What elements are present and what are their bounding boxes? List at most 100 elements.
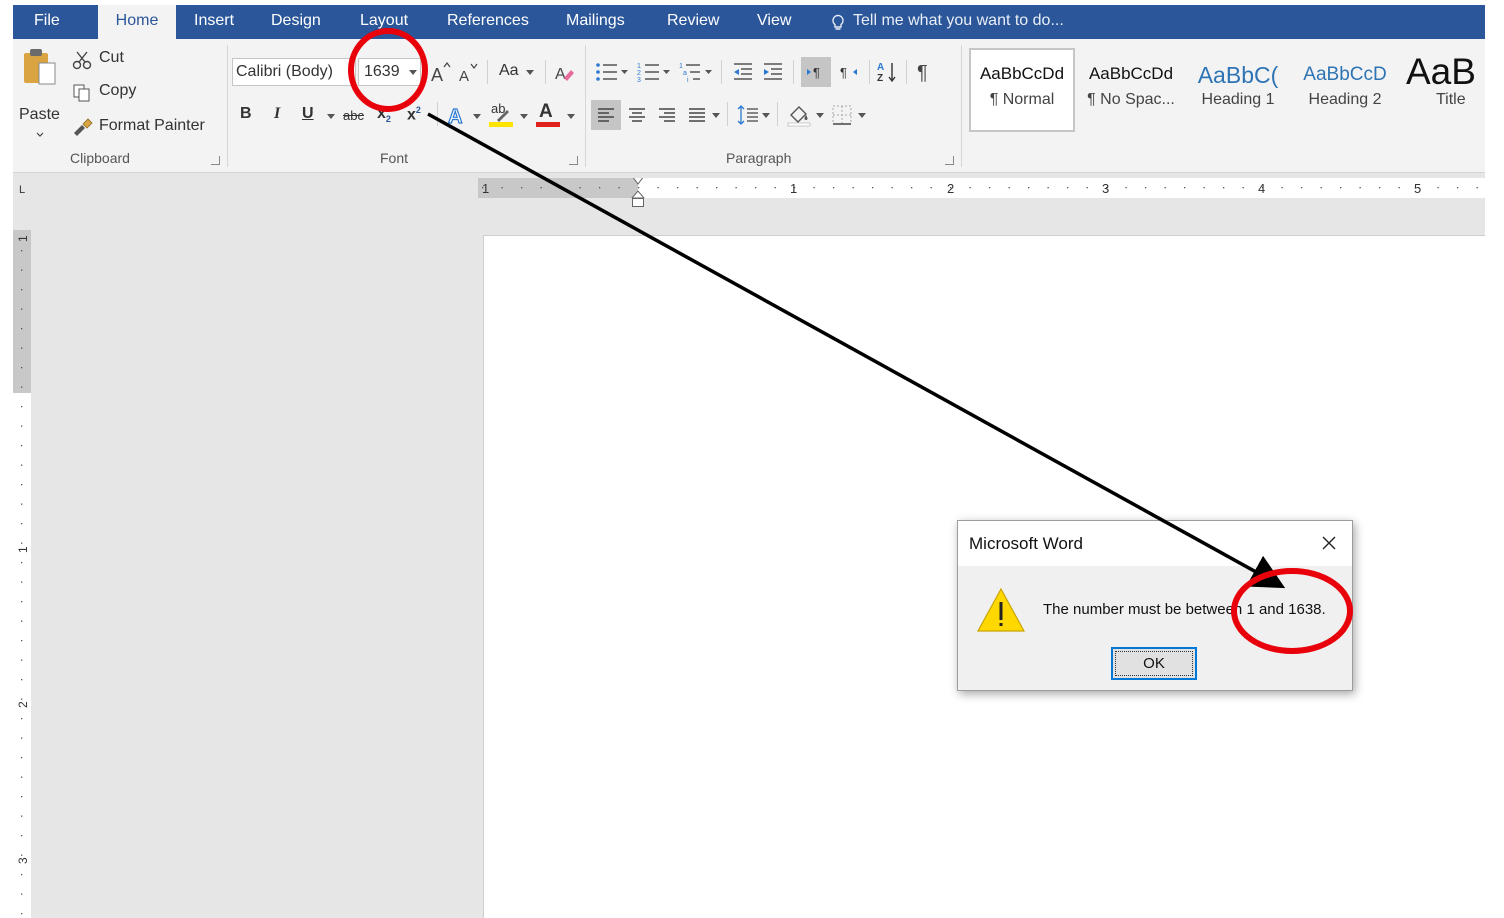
svg-text:1: 1 [679, 63, 683, 70]
shrink-font-icon[interactable]: A [459, 61, 479, 85]
style-title[interactable]: AaB Title [1401, 53, 1485, 127]
underline-button[interactable]: U [302, 105, 314, 123]
style-heading-2-label: Heading 2 [1308, 91, 1382, 108]
format-painter-button[interactable]: Format Painter [72, 115, 222, 139]
chevron-down-icon[interactable] [712, 113, 720, 119]
tell-me-placeholder: Tell me what you want to do... [853, 12, 1064, 29]
tab-insert[interactable]: Insert [194, 5, 234, 39]
cut-button[interactable]: Cut [72, 48, 162, 72]
style-normal[interactable]: AaBbCcDd ¶ Normal [973, 53, 1071, 127]
dialog-title-bar: Microsoft Word [958, 521, 1352, 566]
style-title-preview: AaB [1406, 53, 1476, 92]
tab-view[interactable]: View [757, 5, 791, 39]
copy-button[interactable]: Copy [72, 81, 162, 105]
ok-button[interactable]: OK [1111, 647, 1197, 680]
ruler-tick [930, 187, 932, 189]
sort-icon[interactable]: AZ [877, 60, 897, 84]
ruler-number: 3 [16, 857, 30, 864]
ruler-tick [1281, 187, 1283, 189]
chevron-down-icon[interactable] [567, 114, 575, 120]
font-size-box[interactable]: 1639 [358, 58, 421, 86]
ltr-button[interactable]: ¶ [801, 57, 831, 87]
strikethrough-button[interactable]: abc [343, 108, 364, 123]
ruler-number: 4 [1258, 181, 1265, 196]
group-divider [227, 45, 228, 167]
decrease-indent-icon[interactable] [732, 61, 754, 83]
chevron-down-icon[interactable] [520, 114, 528, 120]
tab-home[interactable]: Home [98, 5, 176, 39]
chevron-down-icon[interactable] [327, 114, 335, 120]
ruler-tick [852, 187, 854, 189]
clipboard-dialog-launcher[interactable] [211, 156, 220, 165]
chevron-down-icon[interactable] [816, 113, 824, 119]
dialog-close-button[interactable] [1313, 528, 1345, 558]
increase-indent-icon[interactable] [762, 61, 784, 83]
divider [906, 60, 907, 84]
change-case-button[interactable]: Aa [497, 59, 537, 85]
shading-icon[interactable] [787, 103, 811, 127]
bullets-icon[interactable] [595, 61, 629, 83]
multilevel-list-icon[interactable]: 1ai [679, 61, 713, 84]
subscript-button[interactable]: x2 [377, 105, 391, 124]
tab-review[interactable]: Review [667, 5, 719, 39]
font-name-box[interactable]: Calibri (Body) [232, 58, 356, 86]
tab-selector[interactable]: L [15, 183, 29, 197]
highlight-swatch [489, 122, 513, 127]
text-effects-icon[interactable]: A [447, 103, 469, 128]
justify-icon[interactable] [688, 107, 706, 123]
line-spacing-icon[interactable] [737, 105, 759, 125]
numbering-icon[interactable]: 123 [637, 61, 671, 84]
ruler-tick [21, 464, 23, 466]
show-hide-formatting-icon[interactable]: ¶ [916, 60, 934, 84]
ruler-tick [21, 308, 23, 310]
right-to-left-icon[interactable]: ¶ [839, 64, 861, 80]
paste-button[interactable]: Paste [17, 45, 61, 145]
dialog-message: The number must be between 1 and 1638. [1043, 601, 1326, 618]
tab-mailings[interactable]: Mailings [566, 5, 625, 39]
font-color-button[interactable]: A [536, 101, 562, 129]
align-center-icon[interactable] [628, 107, 646, 123]
group-divider [961, 45, 962, 167]
tell-me-search[interactable]: Tell me what you want to do... [831, 5, 1064, 39]
font-dialog-launcher[interactable] [569, 156, 578, 165]
style-no-spacing-preview: AaBbCcDd [1088, 64, 1174, 83]
align-right-icon[interactable] [658, 107, 676, 123]
style-no-spacing[interactable]: AaBbCcDd ¶ No Spac... [1079, 53, 1183, 127]
tab-references[interactable]: References [447, 5, 529, 39]
ruler-tick [21, 406, 23, 408]
ruler-tick [21, 893, 23, 895]
ruler-tick [540, 187, 542, 189]
left-indent-marker[interactable] [632, 198, 644, 207]
grow-font-icon[interactable]: A [431, 61, 451, 85]
style-heading-1[interactable]: AaBbC( Heading 1 [1187, 53, 1289, 127]
ruler-tick [521, 187, 523, 189]
clipboard-group-label: Clipboard [70, 150, 130, 166]
ruler-tick [1340, 187, 1342, 189]
horizontal-ruler[interactable]: 1 1 2 3 4 5 [470, 178, 1485, 198]
superscript-button[interactable]: x2 [407, 105, 421, 124]
align-left-button[interactable] [591, 100, 621, 130]
bold-button[interactable]: B [240, 105, 252, 123]
ruler-tick [21, 640, 23, 642]
clear-formatting-icon[interactable]: A [555, 61, 575, 83]
tab-design[interactable]: Design [271, 5, 321, 39]
ruler-tick [21, 854, 23, 856]
paragraph-dialog-launcher[interactable] [945, 156, 954, 165]
italic-button[interactable]: I [274, 105, 280, 123]
divider [487, 60, 488, 84]
ruler-tick [1028, 187, 1030, 189]
ruler-tick [560, 187, 562, 189]
ruler-tick [1125, 187, 1127, 189]
tab-layout[interactable]: Layout [360, 5, 408, 39]
chevron-down-icon[interactable] [858, 113, 866, 119]
highlight-color-button[interactable]: ab [489, 101, 515, 129]
svg-text:i: i [687, 77, 689, 84]
style-heading-2[interactable]: AaBbCcD Heading 2 [1293, 53, 1397, 127]
vertical-ruler[interactable]: 1 1 2 3 [13, 230, 31, 918]
chevron-down-icon[interactable] [762, 113, 770, 119]
chevron-down-icon[interactable] [473, 114, 481, 120]
workspace-background [13, 173, 483, 918]
borders-icon[interactable] [832, 105, 852, 125]
tab-file[interactable]: File [34, 5, 60, 39]
ruler-tick [989, 187, 991, 189]
